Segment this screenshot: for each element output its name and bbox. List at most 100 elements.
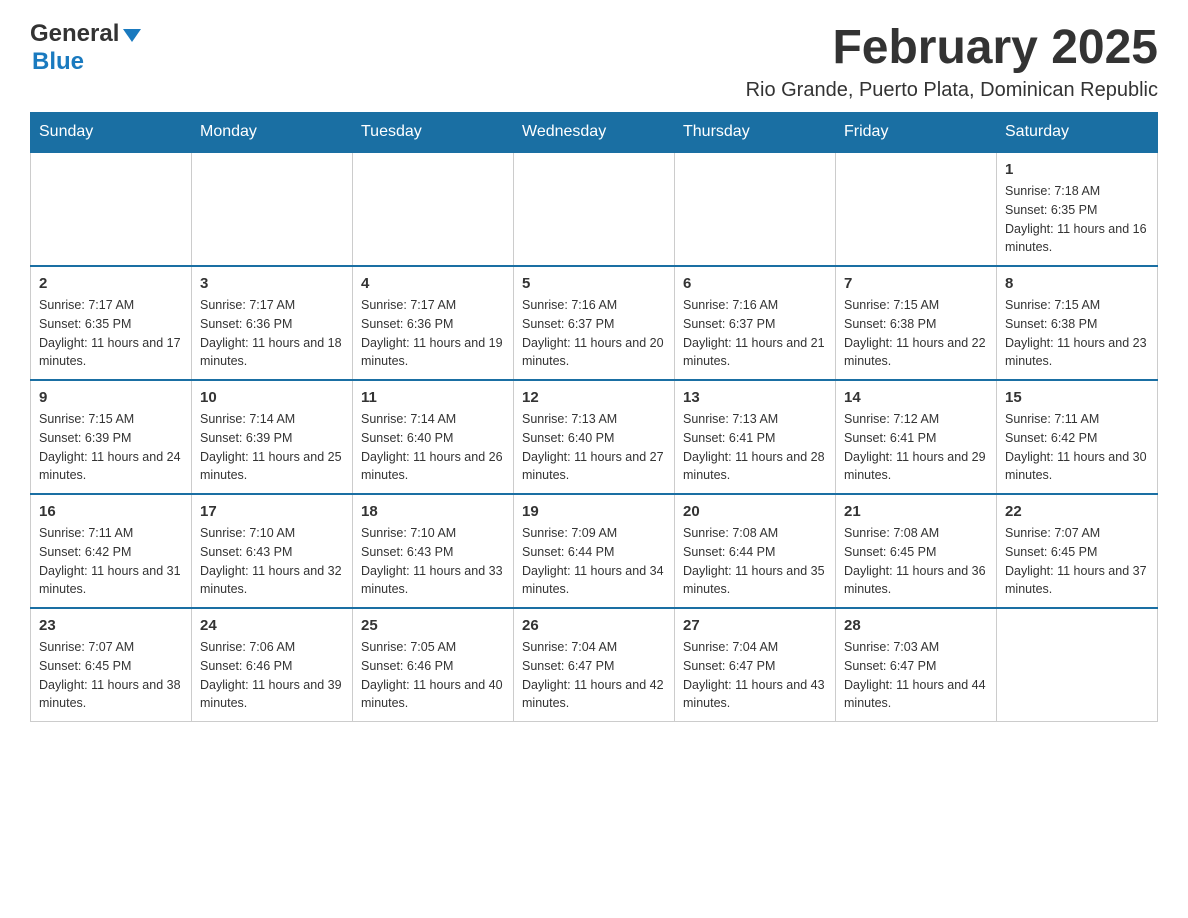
day-info: Sunrise: 7:08 AM Sunset: 6:45 PM Dayligh… bbox=[844, 524, 988, 599]
day-number: 2 bbox=[39, 275, 183, 292]
calendar-cell: 18 Sunrise: 7:10 AM Sunset: 6:43 PM Dayli… bbox=[353, 494, 514, 608]
calendar-cell: 10Sunrise: 7:14 AM Sunset: 6:39 PM Dayli… bbox=[192, 380, 353, 494]
calendar-cell bbox=[514, 152, 675, 266]
day-number: 24 bbox=[200, 617, 344, 634]
day-number: 8 bbox=[1005, 275, 1149, 292]
day-info: Sunrise: 7:15 AM Sunset: 6:39 PM Dayligh… bbox=[39, 410, 183, 485]
calendar-cell: 25Sunrise: 7:05 AM Sunset: 6:46 PM Dayli… bbox=[353, 608, 514, 722]
day-info: Sunrise: 7:12 AM Sunset: 6:41 PM Dayligh… bbox=[844, 410, 988, 485]
calendar-cell: 13Sunrise: 7:13 AM Sunset: 6:41 PM Dayli… bbox=[675, 380, 836, 494]
day-info: Sunrise: 7:07 AM Sunset: 6:45 PM Dayligh… bbox=[39, 638, 183, 713]
calendar-cell: 21 Sunrise: 7:08 AM Sunset: 6:45 PM Dayli… bbox=[836, 494, 997, 608]
page-header: General Blue February 2025 Rio Grande, P… bbox=[30, 20, 1158, 102]
calendar-cell bbox=[997, 608, 1158, 722]
calendar-header-sunday: Sunday bbox=[31, 113, 192, 153]
calendar-week-row: 16 Sunrise: 7:11 AM Sunset: 6:42 PM Dayli… bbox=[31, 494, 1158, 608]
day-info: Sunrise: 7:10 AM Sunset: 6:43 PM Dayligh… bbox=[361, 524, 505, 599]
logo-general-text: General bbox=[30, 20, 119, 48]
day-info: Sunrise: 7:16 AM Sunset: 6:37 PM Dayligh… bbox=[522, 296, 666, 371]
day-number: 12 bbox=[522, 389, 666, 406]
calendar-cell: 27 Sunrise: 7:04 AM Sunset: 6:47 PM Dayli… bbox=[675, 608, 836, 722]
day-number: 17 bbox=[200, 503, 344, 520]
day-number: 20 bbox=[683, 503, 827, 520]
day-info: Sunrise: 7:11 AM Sunset: 6:42 PM Dayligh… bbox=[39, 524, 183, 599]
day-number: 6 bbox=[683, 275, 827, 292]
day-info: Sunrise: 7:16 AM Sunset: 6:37 PM Dayligh… bbox=[683, 296, 827, 371]
day-info: Sunrise: 7:15 AM Sunset: 6:38 PM Dayligh… bbox=[844, 296, 988, 371]
day-info: Sunrise: 7:06 AM Sunset: 6:46 PM Dayligh… bbox=[200, 638, 344, 713]
calendar-week-row: 1 Sunrise: 7:18 AM Sunset: 6:35 PM Daylig… bbox=[31, 152, 1158, 266]
calendar-header-wednesday: Wednesday bbox=[514, 113, 675, 153]
calendar-week-row: 2 Sunrise: 7:17 AM Sunset: 6:35 PM Daylig… bbox=[31, 266, 1158, 380]
day-number: 3 bbox=[200, 275, 344, 292]
calendar-cell: 22Sunrise: 7:07 AM Sunset: 6:45 PM Dayli… bbox=[997, 494, 1158, 608]
day-info: Sunrise: 7:05 AM Sunset: 6:46 PM Dayligh… bbox=[361, 638, 505, 713]
day-number: 27 bbox=[683, 617, 827, 634]
day-number: 7 bbox=[844, 275, 988, 292]
day-info: Sunrise: 7:11 AM Sunset: 6:42 PM Dayligh… bbox=[1005, 410, 1149, 485]
day-number: 11 bbox=[361, 389, 505, 406]
day-number: 1 bbox=[1005, 161, 1149, 178]
calendar-header-thursday: Thursday bbox=[675, 113, 836, 153]
calendar-header-tuesday: Tuesday bbox=[353, 113, 514, 153]
day-info: Sunrise: 7:17 AM Sunset: 6:36 PM Dayligh… bbox=[361, 296, 505, 371]
calendar-cell: 12 Sunrise: 7:13 AM Sunset: 6:40 PM Dayli… bbox=[514, 380, 675, 494]
day-number: 13 bbox=[683, 389, 827, 406]
calendar-cell: 4 Sunrise: 7:17 AM Sunset: 6:36 PM Daylig… bbox=[353, 266, 514, 380]
day-number: 21 bbox=[844, 503, 988, 520]
day-info: Sunrise: 7:17 AM Sunset: 6:35 PM Dayligh… bbox=[39, 296, 183, 371]
day-number: 10 bbox=[200, 389, 344, 406]
logo-blue-text: Blue bbox=[32, 48, 84, 76]
day-info: Sunrise: 7:14 AM Sunset: 6:40 PM Dayligh… bbox=[361, 410, 505, 485]
day-info: Sunrise: 7:03 AM Sunset: 6:47 PM Dayligh… bbox=[844, 638, 988, 713]
day-number: 16 bbox=[39, 503, 183, 520]
day-info: Sunrise: 7:09 AM Sunset: 6:44 PM Dayligh… bbox=[522, 524, 666, 599]
day-number: 4 bbox=[361, 275, 505, 292]
calendar-header-friday: Friday bbox=[836, 113, 997, 153]
calendar-cell: 23 Sunrise: 7:07 AM Sunset: 6:45 PM Dayli… bbox=[31, 608, 192, 722]
day-info: Sunrise: 7:04 AM Sunset: 6:47 PM Dayligh… bbox=[522, 638, 666, 713]
calendar-header-monday: Monday bbox=[192, 113, 353, 153]
title-block: February 2025 Rio Grande, Puerto Plata, … bbox=[746, 20, 1158, 102]
calendar-cell: 6 Sunrise: 7:16 AM Sunset: 6:37 PM Daylig… bbox=[675, 266, 836, 380]
day-info: Sunrise: 7:15 AM Sunset: 6:38 PM Dayligh… bbox=[1005, 296, 1149, 371]
calendar-cell: 15 Sunrise: 7:11 AM Sunset: 6:42 PM Dayli… bbox=[997, 380, 1158, 494]
calendar-cell: 26Sunrise: 7:04 AM Sunset: 6:47 PM Dayli… bbox=[514, 608, 675, 722]
day-info: Sunrise: 7:18 AM Sunset: 6:35 PM Dayligh… bbox=[1005, 182, 1149, 257]
calendar-cell: 2 Sunrise: 7:17 AM Sunset: 6:35 PM Daylig… bbox=[31, 266, 192, 380]
day-number: 15 bbox=[1005, 389, 1149, 406]
day-number: 22 bbox=[1005, 503, 1149, 520]
calendar-cell: 16 Sunrise: 7:11 AM Sunset: 6:42 PM Dayli… bbox=[31, 494, 192, 608]
calendar-cell bbox=[31, 152, 192, 266]
day-number: 14 bbox=[844, 389, 988, 406]
day-info: Sunrise: 7:04 AM Sunset: 6:47 PM Dayligh… bbox=[683, 638, 827, 713]
calendar-cell: 1 Sunrise: 7:18 AM Sunset: 6:35 PM Daylig… bbox=[997, 152, 1158, 266]
calendar-header-saturday: Saturday bbox=[997, 113, 1158, 153]
calendar-cell: 20 Sunrise: 7:08 AM Sunset: 6:44 PM Dayli… bbox=[675, 494, 836, 608]
logo-arrow-icon bbox=[123, 29, 141, 42]
calendar-cell: 9 Sunrise: 7:15 AM Sunset: 6:39 PM Daylig… bbox=[31, 380, 192, 494]
calendar-cell: 3 Sunrise: 7:17 AM Sunset: 6:36 PM Daylig… bbox=[192, 266, 353, 380]
day-info: Sunrise: 7:10 AM Sunset: 6:43 PM Dayligh… bbox=[200, 524, 344, 599]
calendar-cell: 8 Sunrise: 7:15 AM Sunset: 6:38 PM Daylig… bbox=[997, 266, 1158, 380]
calendar-table: SundayMondayTuesdayWednesdayThursdayFrid… bbox=[30, 112, 1158, 722]
calendar-header-row: SundayMondayTuesdayWednesdayThursdayFrid… bbox=[31, 113, 1158, 153]
calendar-week-row: 23 Sunrise: 7:07 AM Sunset: 6:45 PM Dayli… bbox=[31, 608, 1158, 722]
page-subtitle: Rio Grande, Puerto Plata, Dominican Repu… bbox=[746, 79, 1158, 102]
day-number: 9 bbox=[39, 389, 183, 406]
day-info: Sunrise: 7:17 AM Sunset: 6:36 PM Dayligh… bbox=[200, 296, 344, 371]
calendar-cell bbox=[675, 152, 836, 266]
calendar-cell: 14 Sunrise: 7:12 AM Sunset: 6:41 PM Dayli… bbox=[836, 380, 997, 494]
calendar-cell bbox=[192, 152, 353, 266]
calendar-cell: 24 Sunrise: 7:06 AM Sunset: 6:46 PM Dayli… bbox=[192, 608, 353, 722]
calendar-cell: 11 Sunrise: 7:14 AM Sunset: 6:40 PM Dayli… bbox=[353, 380, 514, 494]
calendar-cell: 19Sunrise: 7:09 AM Sunset: 6:44 PM Dayli… bbox=[514, 494, 675, 608]
day-number: 18 bbox=[361, 503, 505, 520]
day-info: Sunrise: 7:13 AM Sunset: 6:40 PM Dayligh… bbox=[522, 410, 666, 485]
page-title: February 2025 bbox=[746, 20, 1158, 75]
day-number: 23 bbox=[39, 617, 183, 634]
day-number: 28 bbox=[844, 617, 988, 634]
calendar-week-row: 9 Sunrise: 7:15 AM Sunset: 6:39 PM Daylig… bbox=[31, 380, 1158, 494]
day-info: Sunrise: 7:08 AM Sunset: 6:44 PM Dayligh… bbox=[683, 524, 827, 599]
calendar-cell: 17 Sunrise: 7:10 AM Sunset: 6:43 PM Dayli… bbox=[192, 494, 353, 608]
